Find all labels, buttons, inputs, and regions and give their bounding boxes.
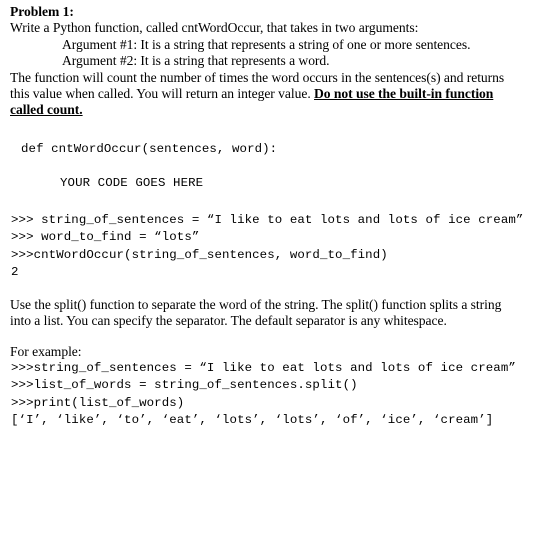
argument-2-line: Argument #2: It is a string that represe… [62,53,330,69]
repl-line-output-count: 2 [11,264,19,279]
repl-example-block-1: >>> string_of_sentences = “I like to eat… [10,212,524,281]
document-page: Problem 1: Write a Python function, call… [0,0,538,551]
argument-1-line: Argument #1: It is a string that represe… [62,36,471,52]
repl-line-assign-sentences: >>> string_of_sentences = “I like to eat… [11,213,524,228]
problem-intro-text: Write a Python function, called cntWordO… [10,20,419,36]
spacer-after-intro [10,119,524,141]
repl-example-block-2: >>>string_of_sentences = “I like to eat … [10,360,524,429]
function-stub-block: def cntWordOccur(sentences, word): YOUR … [10,141,524,192]
code-placeholder-line: YOUR CODE GOES HERE [60,176,204,191]
problem-statement-section: Problem 1: Write a Python function, call… [10,4,524,119]
spacer-in-stub [10,158,524,175]
repl2-line-list-output: [‘I’, ‘like’, ‘to’, ‘eat’, ‘lots’, ‘lots… [11,412,494,427]
repl2-line-assign-sentences: >>>string_of_sentences = “I like to eat … [11,361,516,376]
example-label-section: For example: [10,344,524,360]
repl-line-assign-word: >>> word_to_find = “lots” [11,230,200,245]
repl-line-call-function: >>>cntWordOccur(string_of_sentences, wor… [11,247,388,262]
for-example-label: For example: [10,343,82,359]
page-title: Problem 1: [10,4,74,19]
spacer-before-example [10,330,524,344]
split-explanation-paragraph: Use the split() function to separate the… [10,297,502,329]
function-description-paragraph: The function will count the number of ti… [10,70,524,119]
spacer-before-split-text [10,281,524,297]
function-signature-line: def cntWordOccur(sentences, word): [21,141,278,156]
repl2-line-print-call: >>>print(list_of_words) [11,395,185,410]
repl2-line-split-call: >>>list_of_words = string_of_sentences.s… [11,378,358,393]
spacer-before-repl-one [10,192,524,212]
split-explanation-section: Use the split() function to separate the… [10,297,524,330]
